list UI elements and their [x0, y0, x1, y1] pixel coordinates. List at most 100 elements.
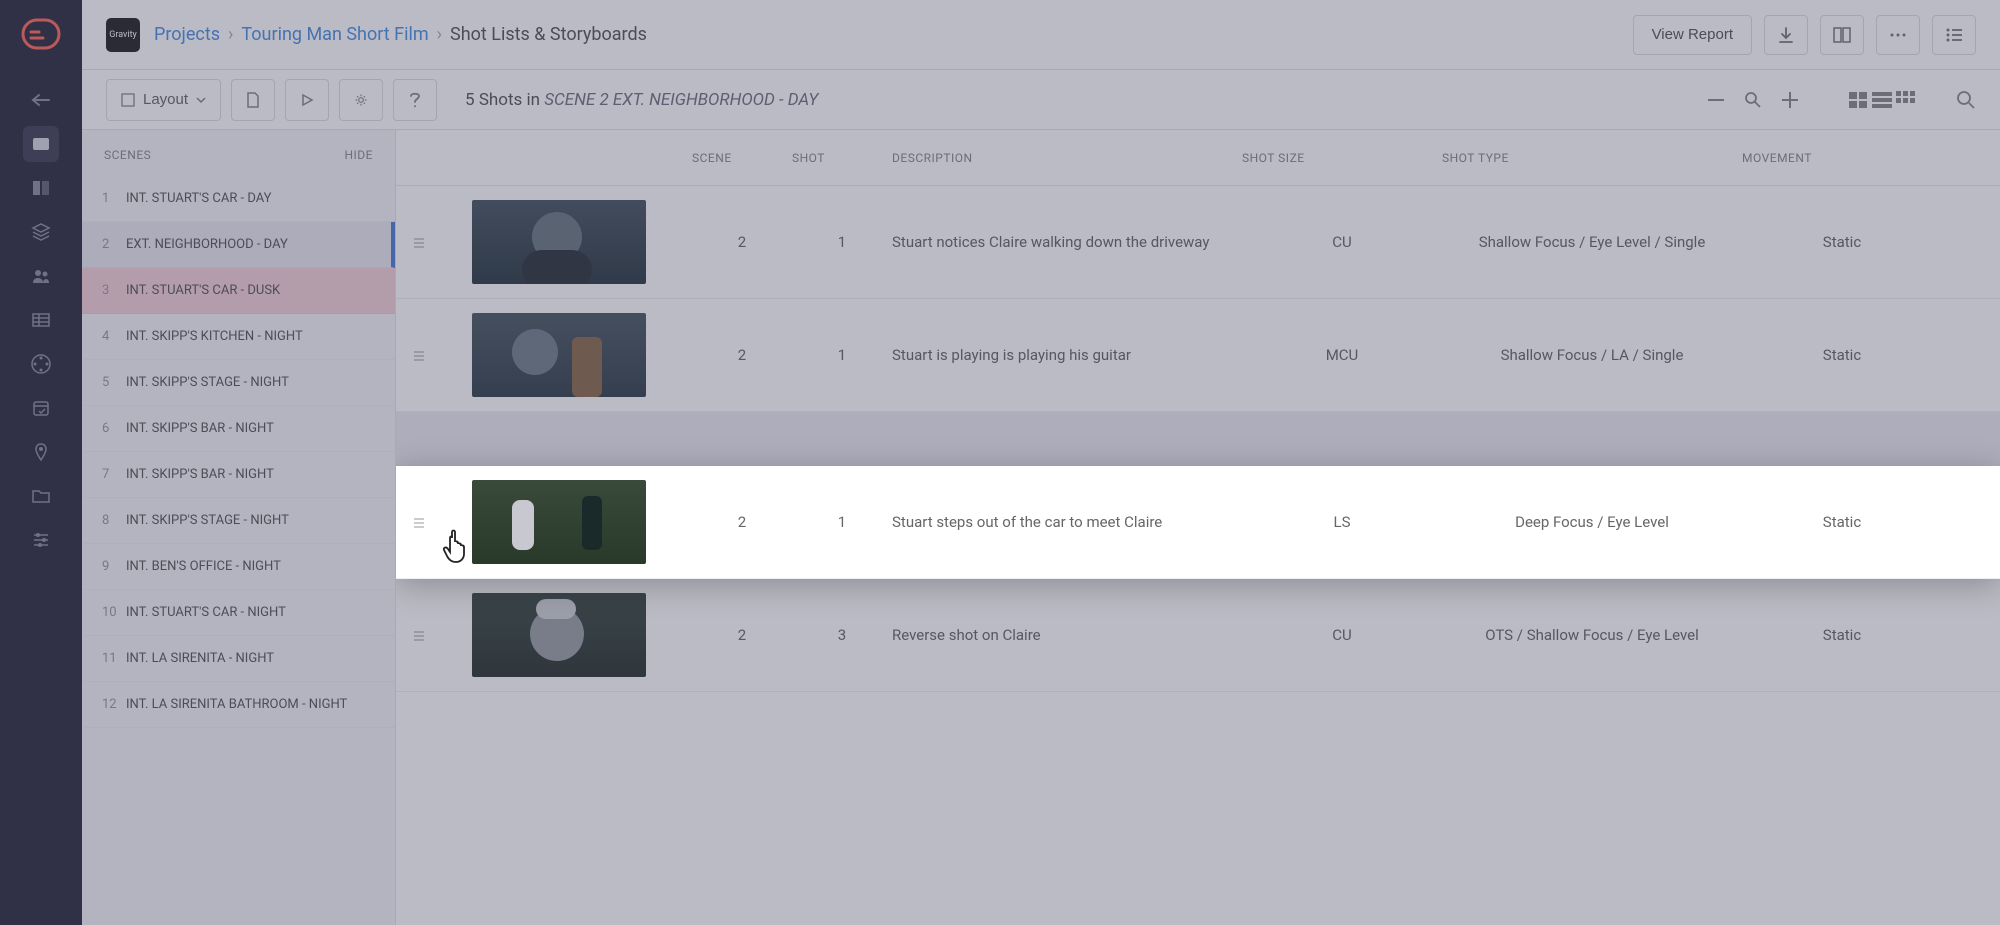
cell-size: LS: [1242, 513, 1442, 531]
scene-item[interactable]: 2EXT. NEIGHBORHOOD - DAY: [82, 222, 395, 268]
rail-table-icon[interactable]: [23, 302, 59, 338]
scene-item[interactable]: 9INT. BEN'S OFFICE - NIGHT: [82, 544, 395, 590]
layout-dropdown[interactable]: Layout: [106, 79, 221, 121]
scene-number: 10: [102, 605, 126, 620]
cell-scene: 2: [692, 513, 792, 531]
shot-row[interactable]: 2 1 Stuart notices Claire walking down t…: [396, 186, 2000, 299]
col-description: DESCRIPTION: [892, 151, 1242, 165]
scene-title: INT. LA SIRENITA - NIGHT: [126, 651, 274, 666]
rail-people-icon[interactable]: [23, 258, 59, 294]
search-icon[interactable]: [1744, 91, 1762, 109]
layout-label: Layout: [143, 91, 188, 108]
scene-item[interactable]: 8INT. SKIPP'S STAGE - NIGHT: [82, 498, 395, 544]
cell-shot: 3: [792, 626, 892, 644]
more-button[interactable]: [1876, 15, 1920, 55]
scene-item[interactable]: 7INT. SKIPP'S BAR - NIGHT: [82, 452, 395, 498]
drop-gap: [396, 412, 2000, 466]
cell-scene: 2: [692, 346, 792, 364]
col-type: SHOT TYPE: [1442, 151, 1742, 165]
cell-scene: 2: [692, 626, 792, 644]
scene-number: 2: [102, 237, 126, 252]
scene-number: 4: [102, 329, 126, 344]
shot-thumbnail[interactable]: [472, 593, 646, 677]
rail-folder-icon[interactable]: [23, 478, 59, 514]
scene-number: 12: [102, 697, 126, 712]
scene-item[interactable]: 11INT. LA SIRENITA - NIGHT: [82, 636, 395, 682]
checklist-button[interactable]: [1932, 15, 1976, 55]
scene-number: 1: [102, 191, 126, 206]
scene-item[interactable]: 5INT. SKIPP'S STAGE - NIGHT: [82, 360, 395, 406]
scene-title: INT. STUART'S CAR - DUSK: [126, 283, 280, 298]
col-scene: SCENE: [692, 151, 792, 165]
cell-type: OTS / Shallow Focus / Eye Level: [1442, 626, 1742, 644]
drag-handle-icon[interactable]: [412, 235, 472, 249]
shot-thumbnail[interactable]: [472, 200, 646, 284]
rail-back-icon[interactable]: [23, 82, 59, 118]
rail-stack-icon[interactable]: [23, 214, 59, 250]
view-report-button[interactable]: View Report: [1633, 15, 1752, 55]
scene-item[interactable]: 4INT. SKIPP'S KITCHEN - NIGHT: [82, 314, 395, 360]
scene-item[interactable]: 1INT. STUART'S CAR - DAY: [82, 176, 395, 222]
rail-calendar-icon[interactable]: [23, 390, 59, 426]
drag-handle-icon[interactable]: [412, 628, 472, 642]
play-button[interactable]: [285, 79, 329, 121]
drag-handle-icon[interactable]: [412, 515, 472, 529]
zoom-out-icon[interactable]: [1708, 99, 1724, 101]
shots-count-label: 5 Shots in SCENE 2 EXT. NEIGHBORHOOD - D…: [465, 90, 818, 110]
help-button[interactable]: [393, 79, 437, 121]
cell-movement: Static: [1742, 513, 1942, 531]
scene-item[interactable]: 6INT. SKIPP'S BAR - NIGHT: [82, 406, 395, 452]
scene-title: INT. BEN'S OFFICE - NIGHT: [126, 559, 281, 574]
scene-number: 5: [102, 375, 126, 390]
breadcrumb: Projects › Touring Man Short Film › Shot…: [154, 24, 647, 45]
shot-row[interactable]: 2 1 Stuart is playing is playing his gui…: [396, 299, 2000, 412]
scene-number: 6: [102, 421, 126, 436]
col-size: SHOT SIZE: [1242, 151, 1442, 165]
scene-title: INT. STUART'S CAR - DAY: [126, 191, 271, 206]
shot-row[interactable]: 2 1 Stuart steps out of the car to meet …: [396, 466, 2000, 579]
app-logo[interactable]: [19, 12, 63, 56]
cell-movement: Static: [1742, 626, 1942, 644]
scene-item[interactable]: 3INT. STUART'S CAR - DUSK: [82, 268, 395, 314]
project-avatar[interactable]: Gravity: [106, 18, 140, 52]
search-main-icon[interactable]: [1956, 90, 1976, 110]
scene-title: INT. SKIPP'S STAGE - NIGHT: [126, 375, 289, 390]
breadcrumb-film[interactable]: Touring Man Short Film: [241, 24, 428, 45]
shot-thumbnail[interactable]: [472, 480, 646, 564]
drag-handle-icon[interactable]: [412, 348, 472, 362]
view-grid-icon[interactable]: [1896, 91, 1916, 109]
chevron-right-icon: ›: [228, 24, 233, 45]
rail-reel-icon[interactable]: [23, 346, 59, 382]
scene-title: INT. SKIPP'S STAGE - NIGHT: [126, 513, 289, 528]
view-list-icon[interactable]: [1872, 91, 1892, 109]
zoom-in-icon[interactable]: [1782, 92, 1798, 108]
rail-panels-icon[interactable]: [23, 170, 59, 206]
scenes-hide-button[interactable]: HIDE: [344, 148, 373, 162]
cell-size: CU: [1242, 233, 1442, 251]
cell-type: Shallow Focus / Eye Level / Single: [1442, 233, 1742, 251]
compare-button[interactable]: [1820, 15, 1864, 55]
scene-title: INT. STUART'S CAR - NIGHT: [126, 605, 286, 620]
shot-thumbnail[interactable]: [472, 313, 646, 397]
scene-title: INT. LA SIRENITA BATHROOM - NIGHT: [126, 697, 347, 712]
scenes-title: SCENES: [104, 148, 151, 162]
rail-sliders-icon[interactable]: [23, 522, 59, 558]
view-card-icon[interactable]: [1848, 91, 1868, 109]
breadcrumb-current: Shot Lists & Storyboards: [450, 24, 647, 45]
cell-scene: 2: [692, 233, 792, 251]
scene-item[interactable]: 12INT. LA SIRENITA BATHROOM - NIGHT: [82, 682, 395, 728]
document-button[interactable]: [231, 79, 275, 121]
rail-pin-icon[interactable]: [23, 434, 59, 470]
cell-description: Stuart steps out of the car to meet Clai…: [892, 512, 1242, 533]
breadcrumb-projects[interactable]: Projects: [154, 24, 220, 45]
scene-number: 9: [102, 559, 126, 574]
settings-button[interactable]: [339, 79, 383, 121]
rail-project-icon[interactable]: [23, 126, 59, 162]
shot-row[interactable]: 2 3 Reverse shot on Claire CU OTS / Shal…: [396, 579, 2000, 692]
download-button[interactable]: [1764, 15, 1808, 55]
cell-size: MCU: [1242, 346, 1442, 364]
page-header: Gravity Projects › Touring Man Short Fil…: [82, 0, 2000, 70]
scene-title: INT. SKIPP'S BAR - NIGHT: [126, 421, 274, 436]
scene-item[interactable]: 10INT. STUART'S CAR - NIGHT: [82, 590, 395, 636]
cell-size: CU: [1242, 626, 1442, 644]
